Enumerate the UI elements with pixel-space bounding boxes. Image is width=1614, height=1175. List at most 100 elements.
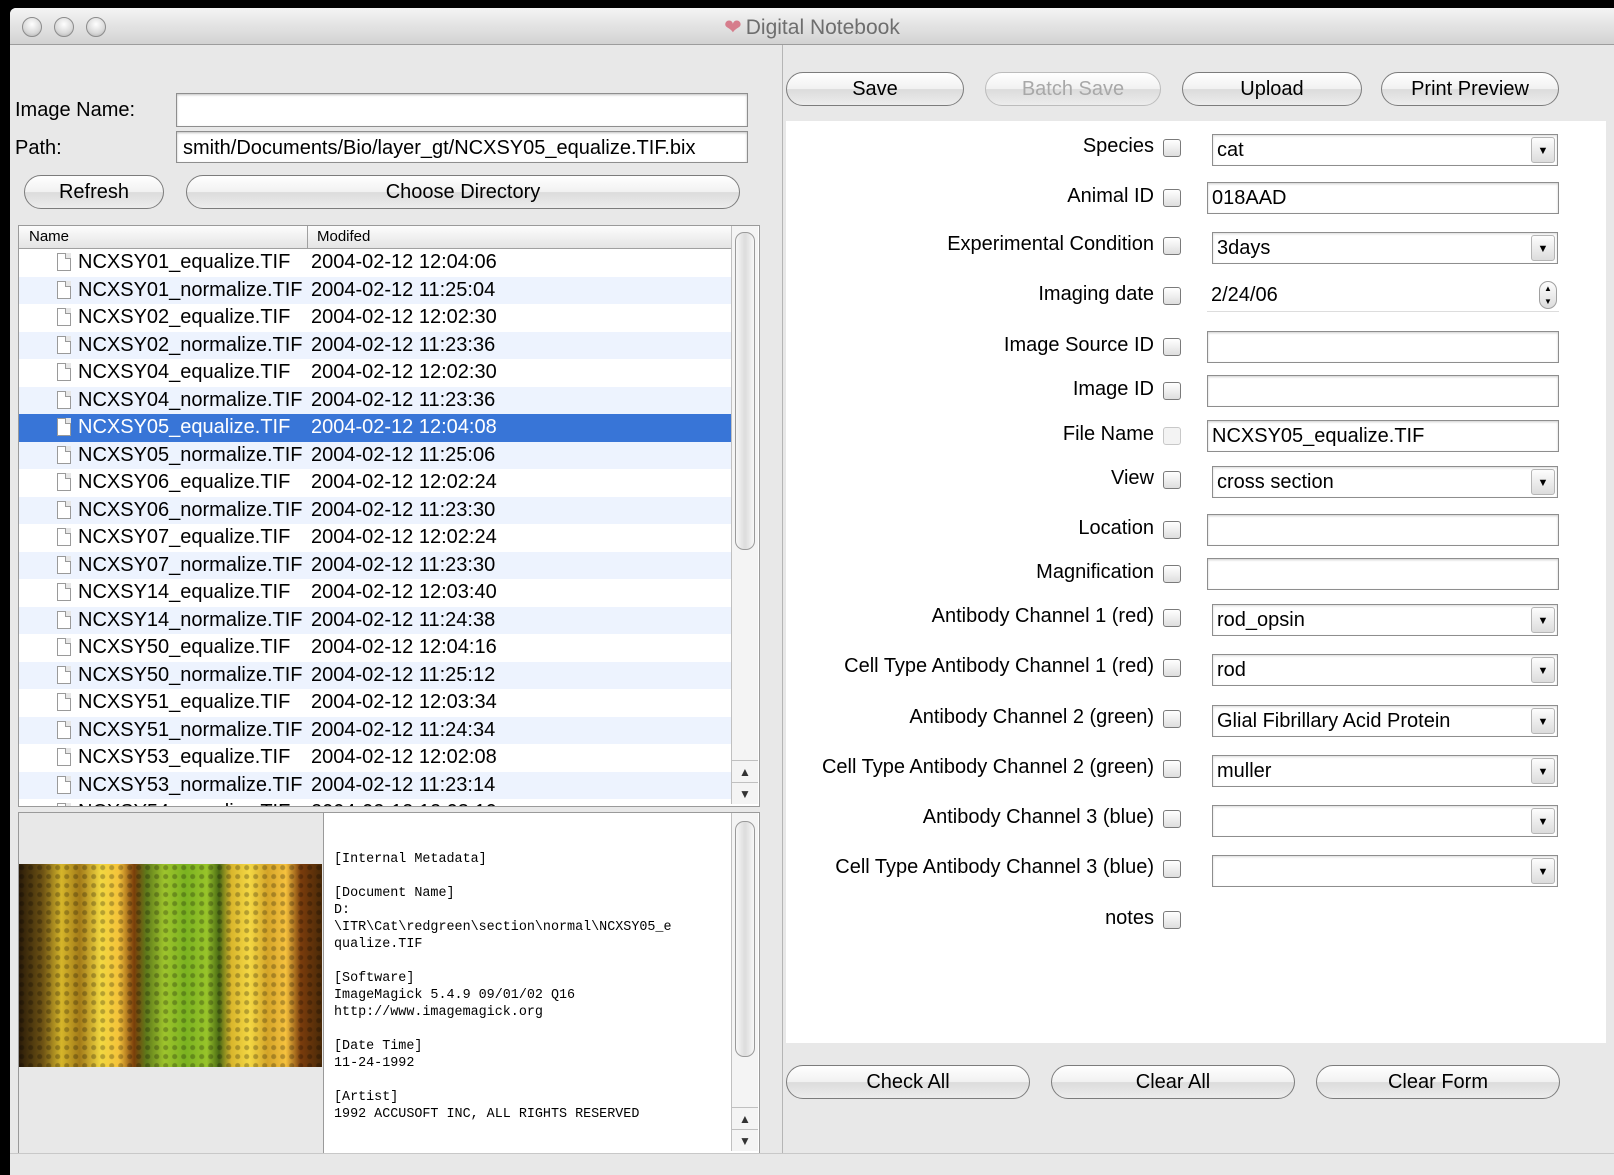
path-field[interactable]: smith/Documents/Bio/layer_gt/NCXSY05_equ…	[176, 131, 748, 163]
image-name-field[interactable]	[176, 93, 748, 127]
text-field[interactable]	[1207, 375, 1559, 407]
field-checkbox[interactable]	[1163, 565, 1181, 583]
file-list-scrollbar[interactable]: ▲ ▼	[731, 226, 758, 804]
combo-box[interactable]: 3days ▼	[1212, 232, 1558, 264]
form-label: Antibody Channel 2 (green)	[909, 706, 1154, 728]
file-name-cell: NCXSY06_equalize.TIF	[78, 471, 291, 493]
file-name-cell: NCXSY02_equalize.TIF	[78, 306, 291, 328]
file-row[interactable]: NCXSY04_normalize.TIF 2004-02-12 11:23:36	[19, 386, 731, 414]
scroll-down-arrow-icon[interactable]: ▼	[732, 782, 758, 805]
file-modified-cell: 2004-02-12 12:04:06	[311, 251, 497, 273]
scroll-up-arrow-icon[interactable]: ▲	[732, 760, 758, 783]
file-row[interactable]: NCXSY01_equalize.TIF 2004-02-12 12:04:06	[19, 249, 731, 277]
file-row[interactable]: NCXSY14_equalize.TIF 2004-02-12 12:03:40	[19, 579, 731, 607]
form-label: Cell Type Antibody Channel 2 (green)	[821, 756, 1154, 778]
chevron-down-icon[interactable]: ▼	[1531, 607, 1555, 633]
chevron-down-icon[interactable]: ▼	[1531, 657, 1555, 683]
field-checkbox[interactable]	[1163, 659, 1181, 677]
field-checkbox[interactable]	[1163, 609, 1181, 627]
combo-box[interactable]: ▼	[1212, 855, 1558, 887]
file-name-cell: NCXSY50_normalize.TIF	[78, 663, 303, 686]
field-checkbox[interactable]	[1163, 287, 1181, 305]
check-all-button[interactable]: Check All	[786, 1065, 1030, 1099]
file-row[interactable]: NCXSY05_normalize.TIF 2004-02-12 11:25:06	[19, 441, 731, 469]
combo-box[interactable]: ▼	[1212, 805, 1558, 837]
text-field[interactable]	[1207, 514, 1559, 546]
combo-box[interactable]: muller ▼	[1212, 755, 1558, 787]
combo-box[interactable]: rod_opsin ▼	[1212, 604, 1558, 636]
field-checkbox[interactable]	[1163, 911, 1181, 929]
file-row[interactable]: NCXSY05_equalize.TIF 2004-02-12 12:04:08	[19, 414, 731, 442]
field-checkbox[interactable]	[1163, 710, 1181, 728]
clear-form-button[interactable]: Clear Form	[1316, 1065, 1560, 1099]
file-row[interactable]: NCXSY14_normalize.TIF 2004-02-12 11:24:38	[19, 606, 731, 634]
file-row[interactable]: NCXSY06_normalize.TIF 2004-02-12 11:23:30	[19, 496, 731, 524]
metadata-scrollbar[interactable]: ▲ ▼	[731, 813, 758, 1151]
file-modified-cell: 2004-02-12 11:25:04	[311, 278, 496, 301]
file-row[interactable]: NCXSY06_equalize.TIF 2004-02-12 12:02:24	[19, 469, 731, 497]
chevron-down-icon[interactable]: ▼	[1531, 808, 1555, 834]
file-row[interactable]: NCXSY01_normalize.TIF 2004-02-12 11:25:04	[19, 276, 731, 304]
field-checkbox[interactable]	[1163, 760, 1181, 778]
metadata-scroll-down-icon[interactable]: ▼	[732, 1129, 758, 1152]
file-modified-cell: 2004-02-12 11:23:30	[311, 553, 496, 576]
text-field[interactable]: 018AAD	[1207, 182, 1559, 214]
text-field[interactable]	[1207, 558, 1559, 590]
field-checkbox[interactable]	[1163, 810, 1181, 828]
chevron-down-icon[interactable]: ▼	[1531, 758, 1555, 784]
document-icon	[57, 803, 71, 806]
file-row[interactable]: NCXSY51_equalize.TIF 2004-02-12 12:03:34	[19, 689, 731, 717]
date-stepper-icon[interactable]: ▲ ▼	[1539, 281, 1557, 309]
chevron-down-icon[interactable]: ▼	[1531, 469, 1555, 495]
column-name-header[interactable]: Name	[29, 228, 69, 245]
file-row[interactable]: NCXSY53_normalize.TIF 2004-02-12 11:23:14	[19, 771, 731, 799]
file-row[interactable]: NCXSY07_normalize.TIF 2004-02-12 11:23:30	[19, 551, 731, 579]
combo-box[interactable]: Glial Fibrillary Acid Protein ▼	[1212, 705, 1558, 737]
refresh-button[interactable]: Refresh	[24, 175, 164, 209]
combo-box[interactable]: rod ▼	[1212, 654, 1558, 686]
form-label: notes	[1105, 907, 1154, 929]
image-name-label: Image Name:	[15, 99, 136, 121]
chevron-down-icon[interactable]: ▼	[1531, 235, 1555, 261]
file-row[interactable]: NCXSY02_normalize.TIF 2004-02-12 11:23:36	[19, 331, 731, 359]
date-field[interactable]: 2/24/06 ▲ ▼	[1207, 280, 1559, 312]
chevron-down-icon[interactable]: ▼	[1531, 708, 1555, 734]
file-row[interactable]: NCXSY51_normalize.TIF 2004-02-12 11:24:34	[19, 716, 731, 744]
file-list-scroll-thumb[interactable]	[735, 232, 755, 550]
field-checkbox[interactable]	[1163, 427, 1181, 445]
text-field[interactable]: NCXSY05_equalize.TIF	[1207, 420, 1559, 452]
file-name-cell: NCXSY01_equalize.TIF	[78, 251, 291, 273]
metadata-scroll-up-icon[interactable]: ▲	[732, 1107, 758, 1130]
upload-button[interactable]: Upload	[1182, 72, 1362, 106]
field-checkbox[interactable]	[1163, 471, 1181, 489]
chevron-down-icon[interactable]: ▼	[1531, 137, 1555, 163]
text-field[interactable]	[1207, 331, 1559, 363]
clear-all-button[interactable]: Clear All	[1051, 1065, 1295, 1099]
combo-box[interactable]: cat ▼	[1212, 134, 1558, 166]
field-checkbox[interactable]	[1163, 382, 1181, 400]
file-row[interactable]: NCXSY50_equalize.TIF 2004-02-12 12:04:16	[19, 634, 731, 662]
file-list[interactable]: Name Modifed NCXSY01_equalize.TIF 2004-02…	[18, 225, 760, 807]
choose-directory-button[interactable]: Choose Directory	[186, 175, 740, 209]
field-checkbox[interactable]	[1163, 860, 1181, 878]
print-preview-button[interactable]: Print Preview	[1381, 72, 1559, 106]
file-row[interactable]: NCXSY04_equalize.TIF 2004-02-12 12:02:30	[19, 359, 731, 387]
field-checkbox[interactable]	[1163, 338, 1181, 356]
field-checkbox[interactable]	[1163, 237, 1181, 255]
save-button[interactable]: Save	[786, 72, 964, 106]
form-label: View	[1111, 467, 1154, 489]
combo-box[interactable]: cross section ▼	[1212, 466, 1558, 498]
field-checkbox[interactable]	[1163, 189, 1181, 207]
file-row[interactable]: NCXSY50_normalize.TIF 2004-02-12 11:25:12	[19, 661, 731, 689]
column-modified-header[interactable]: Modifed	[317, 228, 370, 245]
chevron-down-icon[interactable]: ▼	[1531, 858, 1555, 884]
file-row[interactable]: NCXSY02_equalize.TIF 2004-02-12 12:02:30	[19, 304, 731, 332]
file-row[interactable]: NCXSY54_equalize.TIF2004-02-12 12:03:10	[19, 799, 731, 806]
metadata-scroll-thumb[interactable]	[735, 821, 755, 1057]
file-row[interactable]: NCXSY07_equalize.TIF 2004-02-12 12:02:24	[19, 524, 731, 552]
file-row[interactable]: NCXSY53_equalize.TIF 2004-02-12 12:02:08	[19, 744, 731, 772]
field-checkbox[interactable]	[1163, 521, 1181, 539]
file-modified-cell: 2004-02-12 12:02:24	[311, 471, 497, 493]
field-checkbox[interactable]	[1163, 139, 1181, 157]
batch-save-button[interactable]: Batch Save	[985, 72, 1161, 106]
